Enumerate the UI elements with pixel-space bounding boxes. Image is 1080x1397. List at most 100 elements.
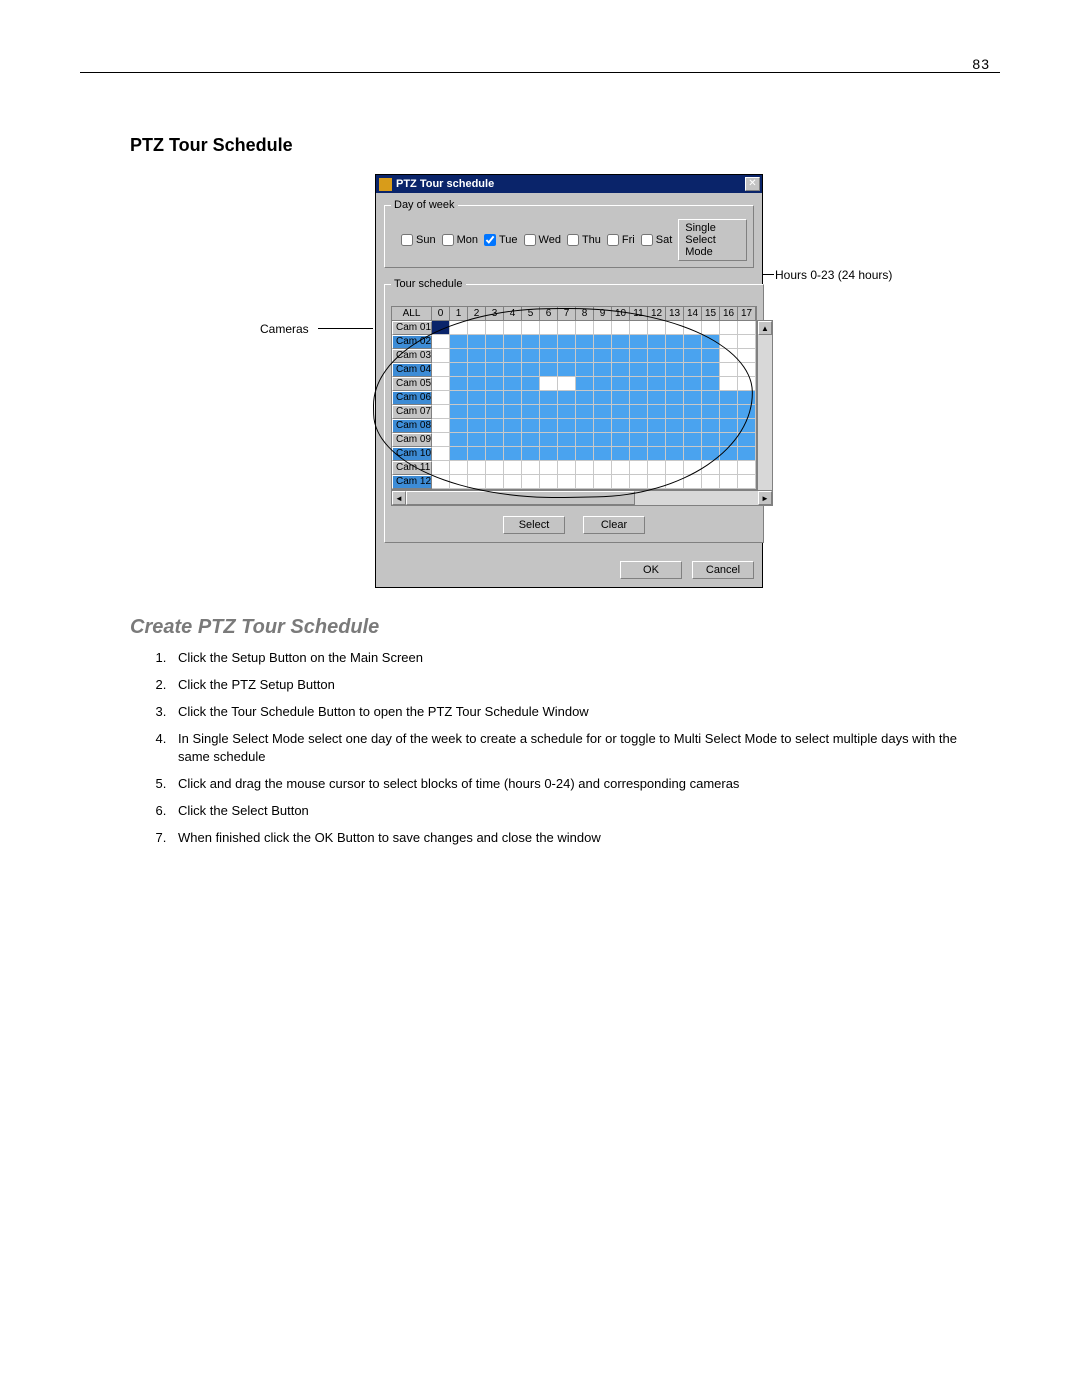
day-checkbox-thu[interactable]: Thu [567, 234, 601, 246]
time-slot[interactable] [702, 475, 720, 489]
grid-header-hour[interactable]: 8 [576, 307, 594, 321]
camera-label[interactable]: Cam 05 [392, 377, 432, 391]
dialog-titlebar[interactable]: PTZ Tour schedule ✕ [376, 175, 762, 193]
time-slot[interactable] [468, 335, 486, 349]
time-slot[interactable] [540, 475, 558, 489]
time-slot[interactable] [432, 475, 450, 489]
time-slot[interactable] [558, 419, 576, 433]
time-slot[interactable] [720, 447, 738, 461]
grid-header-hour[interactable]: 4 [504, 307, 522, 321]
camera-label[interactable]: Cam 09 [392, 433, 432, 447]
time-slot[interactable] [432, 335, 450, 349]
time-slot[interactable] [648, 321, 666, 335]
grid-header-hour[interactable]: 9 [594, 307, 612, 321]
time-slot[interactable] [648, 461, 666, 475]
time-slot[interactable] [486, 433, 504, 447]
camera-label[interactable]: Cam 11 [392, 461, 432, 475]
time-slot[interactable] [540, 405, 558, 419]
day-checkbox-input[interactable] [484, 234, 496, 246]
time-slot[interactable] [738, 349, 756, 363]
schedule-grid[interactable]: ALL01234567891011121314151617 Cam 01Cam … [391, 306, 757, 490]
time-slot[interactable] [702, 321, 720, 335]
time-slot[interactable] [666, 447, 684, 461]
time-slot[interactable] [432, 405, 450, 419]
grid-header-hour[interactable]: 3 [486, 307, 504, 321]
grid-header-hour[interactable]: 6 [540, 307, 558, 321]
time-slot[interactable] [504, 419, 522, 433]
grid-header-hour[interactable]: 16 [720, 307, 738, 321]
time-slot[interactable] [630, 447, 648, 461]
camera-row[interactable]: Cam 05 [392, 377, 756, 391]
time-slot[interactable] [648, 363, 666, 377]
camera-row[interactable]: Cam 03 [392, 349, 756, 363]
time-slot[interactable] [576, 433, 594, 447]
time-slot[interactable] [594, 363, 612, 377]
time-slot[interactable] [684, 419, 702, 433]
time-slot[interactable] [576, 321, 594, 335]
camera-row[interactable]: Cam 06 [392, 391, 756, 405]
time-slot[interactable] [540, 419, 558, 433]
time-slot[interactable] [504, 363, 522, 377]
time-slot[interactable] [630, 335, 648, 349]
time-slot[interactable] [558, 405, 576, 419]
time-slot[interactable] [612, 475, 630, 489]
grid-header-hour[interactable]: 7 [558, 307, 576, 321]
time-slot[interactable] [702, 419, 720, 433]
time-slot[interactable] [684, 405, 702, 419]
time-slot[interactable] [522, 447, 540, 461]
time-slot[interactable] [432, 391, 450, 405]
time-slot[interactable] [630, 377, 648, 391]
time-slot[interactable] [720, 391, 738, 405]
time-slot[interactable] [468, 377, 486, 391]
time-slot[interactable] [522, 475, 540, 489]
camera-label[interactable]: Cam 03 [392, 349, 432, 363]
time-slot[interactable] [504, 433, 522, 447]
time-slot[interactable] [666, 335, 684, 349]
day-checkbox-wed[interactable]: Wed [524, 234, 561, 246]
time-slot[interactable] [468, 475, 486, 489]
time-slot[interactable] [594, 391, 612, 405]
time-slot[interactable] [630, 405, 648, 419]
time-slot[interactable] [666, 321, 684, 335]
time-slot[interactable] [522, 321, 540, 335]
time-slot[interactable] [630, 433, 648, 447]
time-slot[interactable] [450, 391, 468, 405]
time-slot[interactable] [504, 405, 522, 419]
time-slot[interactable] [504, 447, 522, 461]
time-slot[interactable] [684, 321, 702, 335]
time-slot[interactable] [630, 461, 648, 475]
time-slot[interactable] [630, 321, 648, 335]
time-slot[interactable] [468, 391, 486, 405]
time-slot[interactable] [450, 363, 468, 377]
day-checkbox-sat[interactable]: Sat [641, 234, 673, 246]
time-slot[interactable] [522, 377, 540, 391]
time-slot[interactable] [558, 349, 576, 363]
time-slot[interactable] [432, 461, 450, 475]
time-slot[interactable] [612, 461, 630, 475]
grid-header-hour[interactable]: 2 [468, 307, 486, 321]
grid-header-hour[interactable]: 17 [738, 307, 756, 321]
time-slot[interactable] [468, 461, 486, 475]
time-slot[interactable] [522, 349, 540, 363]
time-slot[interactable] [630, 363, 648, 377]
time-slot[interactable] [720, 405, 738, 419]
time-slot[interactable] [540, 363, 558, 377]
camera-row[interactable]: Cam 09 [392, 433, 756, 447]
time-slot[interactable] [702, 461, 720, 475]
grid-header-hour[interactable]: 15 [702, 307, 720, 321]
time-slot[interactable] [522, 363, 540, 377]
time-slot[interactable] [684, 475, 702, 489]
scroll-left-icon[interactable]: ◄ [392, 491, 406, 505]
time-slot[interactable] [648, 447, 666, 461]
time-slot[interactable] [486, 377, 504, 391]
time-slot[interactable] [486, 349, 504, 363]
time-slot[interactable] [504, 391, 522, 405]
day-checkbox-mon[interactable]: Mon [442, 234, 478, 246]
scroll-up-icon[interactable]: ▲ [758, 321, 772, 335]
time-slot[interactable] [738, 335, 756, 349]
time-slot[interactable] [666, 419, 684, 433]
time-slot[interactable] [576, 363, 594, 377]
time-slot[interactable] [666, 433, 684, 447]
time-slot[interactable] [666, 363, 684, 377]
time-slot[interactable] [468, 447, 486, 461]
